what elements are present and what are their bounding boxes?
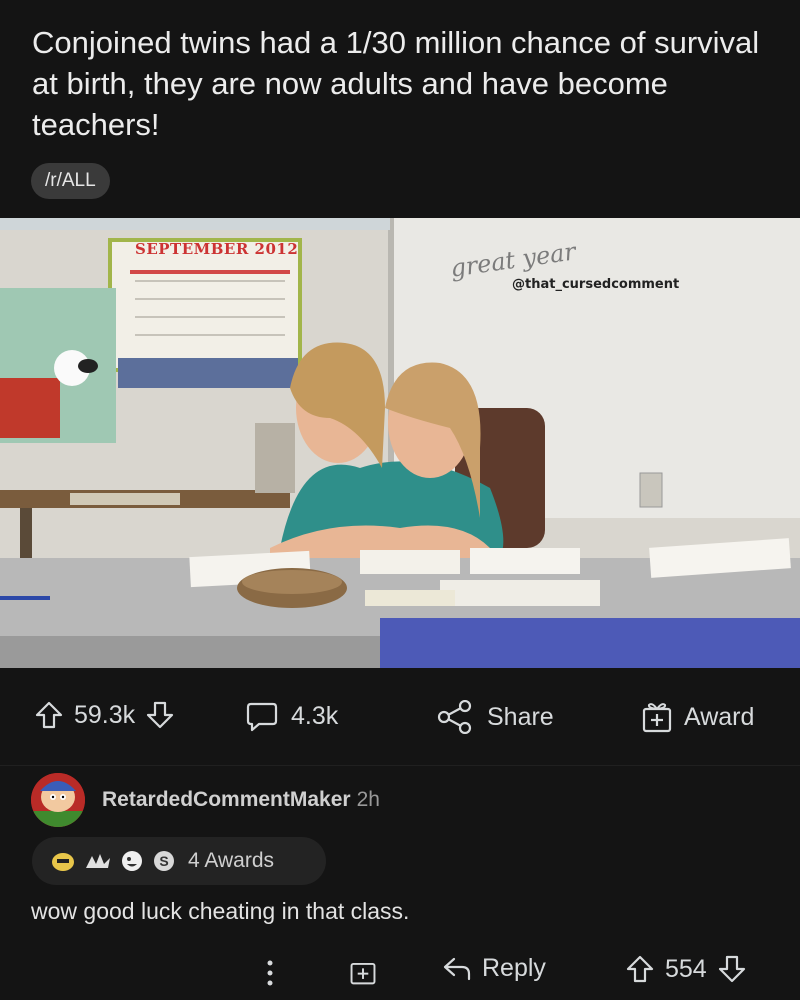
share-icon [437, 700, 472, 734]
awards-count: 4 Awards [188, 849, 274, 872]
more-options-button[interactable] [265, 958, 275, 993]
comment-icon [246, 702, 278, 732]
silver-award-icon: S [154, 851, 174, 871]
username-text[interactable]: RetardedCommentMaker [102, 788, 351, 811]
post-action-bar: 59.3k 4.3k Share Award [0, 700, 800, 746]
post-score: 59.3k [74, 700, 136, 729]
reply-icon [443, 957, 471, 980]
post-image[interactable]: SEPTEMBER 2012 great year @that_cursedco… [0, 218, 800, 668]
award-button[interactable]: Award [640, 700, 754, 734]
comment-author[interactable]: RetardedCommentMaker 2h [102, 788, 380, 812]
post-title[interactable]: Conjoined twins had a 1/30 million chanc… [32, 22, 772, 145]
avatar[interactable] [31, 773, 85, 827]
reply-button[interactable]: Reply [442, 954, 546, 983]
calendar-title: SEPTEMBER 2012 [135, 240, 299, 258]
more-icon [267, 960, 273, 986]
award-icon [350, 962, 376, 985]
upvote-icon[interactable] [34, 700, 64, 730]
share-button[interactable]: Share [437, 700, 554, 734]
award-label: Award [684, 702, 755, 731]
comment-award-button[interactable] [348, 956, 378, 991]
comment-time: 2h [356, 788, 380, 811]
comment-action-bar: Reply 554 [0, 950, 800, 996]
comment-awards[interactable]: S 4 Awards [32, 837, 326, 885]
helpful-award-icon [52, 853, 74, 871]
comment-count: 4.3k [291, 701, 339, 730]
subreddit-tag[interactable]: /r/ALL [31, 163, 110, 199]
wholesome-award-icon [86, 854, 110, 868]
award-icon [642, 703, 672, 733]
laughing-award-icon [122, 851, 142, 871]
section-divider [0, 765, 800, 766]
upvote-icon[interactable] [625, 954, 655, 984]
comment-vote-group: 554 [625, 954, 747, 984]
post-vote-group: 59.3k [34, 700, 175, 730]
share-label: Share [487, 702, 554, 731]
classroom-photo [0, 218, 800, 668]
downvote-icon[interactable] [145, 700, 175, 730]
comment-body: wow good luck cheating in that class. [31, 898, 410, 924]
downvote-icon[interactable] [717, 954, 747, 984]
image-watermark: @that_cursedcomment [512, 277, 680, 292]
reply-label: Reply [482, 954, 546, 982]
comments-button[interactable]: 4.3k [245, 700, 338, 732]
avatar-image [31, 773, 85, 827]
svg-text:S: S [159, 853, 168, 869]
comment-score: 554 [665, 954, 707, 983]
